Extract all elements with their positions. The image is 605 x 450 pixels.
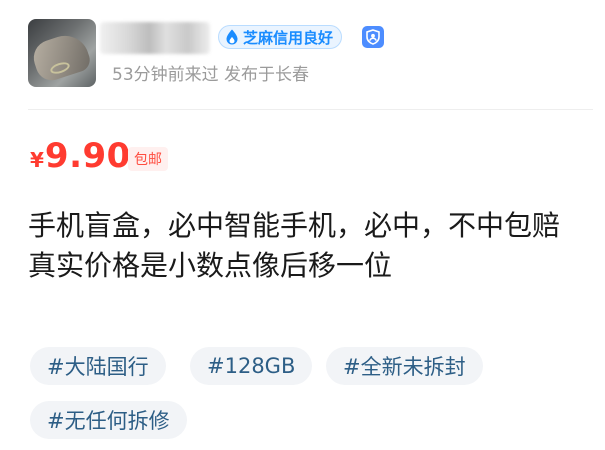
tag-chip[interactable]: #128GB bbox=[190, 347, 313, 385]
price-currency: ¥ bbox=[30, 148, 44, 172]
tag-chip[interactable]: #全新未拆封 bbox=[326, 347, 483, 385]
free-shipping-badge: 包邮 bbox=[128, 147, 168, 171]
credit-badge-label: 芝麻信用良好 bbox=[243, 28, 334, 47]
credit-badge[interactable]: 芝麻信用良好 bbox=[218, 25, 343, 49]
flame-icon bbox=[226, 29, 238, 45]
tag-chip[interactable]: #大陆国行 bbox=[30, 347, 166, 385]
tag-chip[interactable]: #无任何拆修 bbox=[30, 401, 187, 439]
description-line: 手机盲盒，必中智能手机，必中，不中包赔 bbox=[28, 209, 561, 242]
price: ¥ 9.90 bbox=[30, 136, 131, 176]
user-shield-icon bbox=[366, 29, 380, 45]
verified-user-icon[interactable] bbox=[362, 26, 384, 48]
avatar-hand-image bbox=[29, 29, 93, 85]
listing-detail: 芝麻信用良好 53分钟前来过 发布于长春 ¥ 9.90 包邮 手机盲盒，必中智能… bbox=[0, 0, 605, 450]
price-amount: 9.90 bbox=[44, 136, 131, 176]
item-description: 手机盲盒，必中智能手机，必中，不中包赔 真实价格是小数点像后移一位 bbox=[28, 206, 588, 286]
seller-avatar[interactable] bbox=[28, 19, 96, 87]
seller-name-blurred[interactable] bbox=[100, 22, 210, 54]
description-line: 真实价格是小数点像后移一位 bbox=[28, 249, 393, 282]
header-divider bbox=[28, 109, 593, 110]
seller-meta: 53分钟前来过 发布于长春 bbox=[112, 65, 310, 85]
